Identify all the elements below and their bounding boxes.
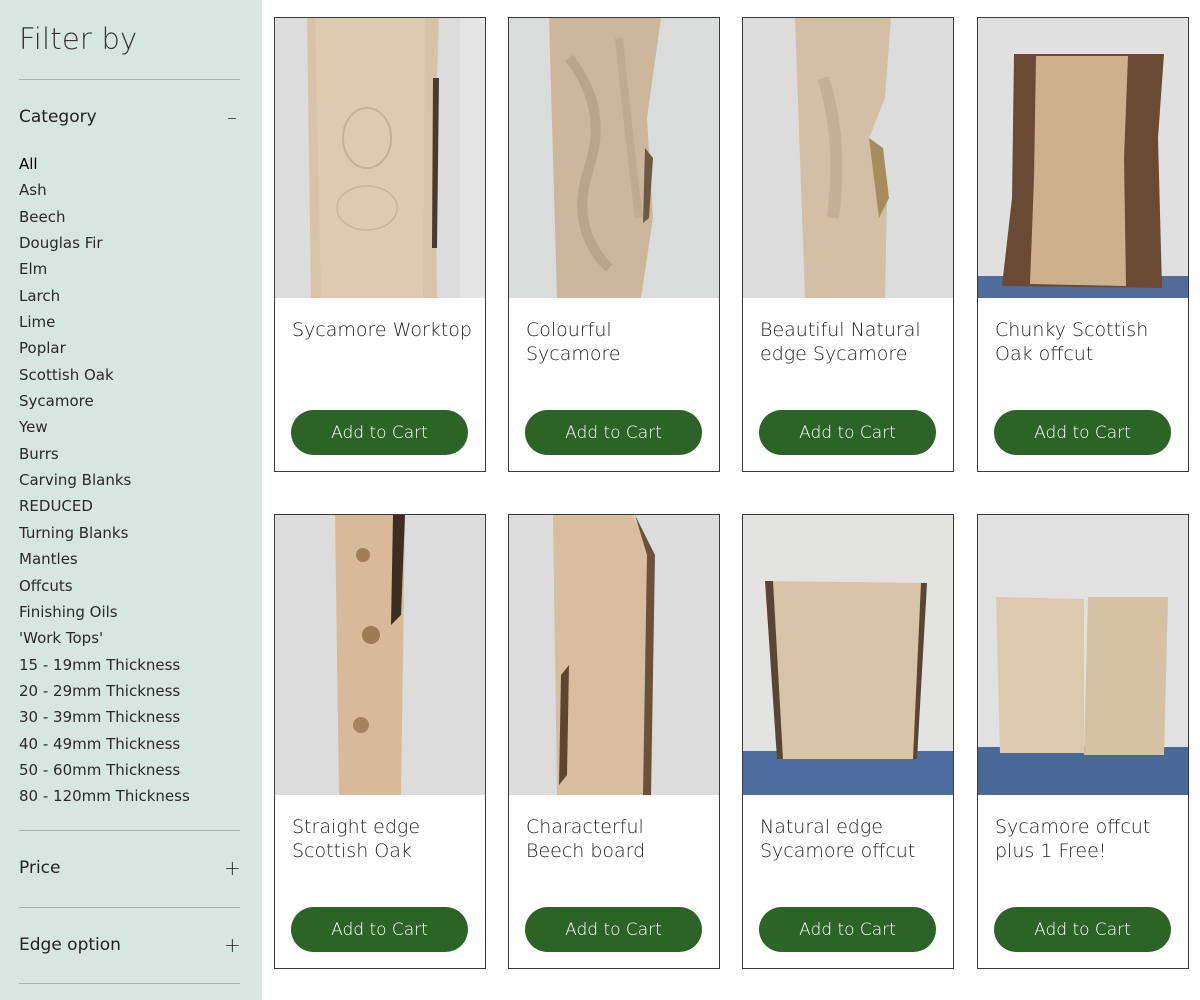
product-card[interactable]: Straight edge Scottish Oak Add to Cart (274, 514, 486, 969)
category-item-work-tops[interactable]: 'Work Tops' (19, 626, 190, 652)
edge-option-label: Edge option (19, 935, 121, 955)
category-item-beech[interactable]: Beech (19, 205, 190, 231)
product-name[interactable]: Chunky Scottish Oak offcut (995, 318, 1175, 366)
category-item-40-49mm[interactable]: 40 - 49mm Thickness (19, 732, 190, 758)
category-item-all[interactable]: All (19, 152, 190, 178)
product-image[interactable] (509, 18, 719, 298)
product-name[interactable]: Straight edge Scottish Oak (292, 815, 472, 863)
category-item-larch[interactable]: Larch (19, 284, 190, 310)
divider (19, 830, 240, 831)
category-item-mantles[interactable]: Mantles (19, 547, 190, 573)
category-item-sycamore[interactable]: Sycamore (19, 389, 190, 415)
category-item-scottish-oak[interactable]: Scottish Oak (19, 363, 190, 389)
product-image[interactable] (509, 515, 719, 795)
product-image[interactable] (743, 515, 953, 795)
product-photo (743, 18, 953, 298)
add-to-cart-button[interactable]: Add to Cart (994, 907, 1171, 952)
product-image[interactable] (978, 18, 1188, 298)
category-item-turning-blanks[interactable]: Turning Blanks (19, 521, 190, 547)
price-label: Price (19, 858, 61, 878)
product-photo (978, 18, 1188, 298)
product-name[interactable]: Sycamore Worktop (292, 318, 472, 342)
product-photo (743, 515, 953, 795)
product-image[interactable] (978, 515, 1188, 795)
divider (19, 79, 240, 80)
product-photo (275, 18, 485, 298)
product-name[interactable]: Characterful Beech board (526, 815, 706, 863)
filter-title: Filter by (19, 22, 138, 56)
divider (19, 907, 240, 908)
category-item-ash[interactable]: Ash (19, 178, 190, 204)
product-image[interactable] (743, 18, 953, 298)
product-card[interactable]: Sycamore Worktop Add to Cart (274, 17, 486, 472)
product-photo (275, 515, 485, 795)
product-image[interactable] (275, 515, 485, 795)
category-item-30-39mm[interactable]: 30 - 39mm Thickness (19, 705, 190, 731)
add-to-cart-button[interactable]: Add to Cart (525, 907, 702, 952)
product-card[interactable]: Colourful Sycamore Add to Cart (508, 17, 720, 472)
product-card[interactable]: Characterful Beech board Add to Cart (508, 514, 720, 969)
product-name[interactable]: Natural edge Sycamore offcut (760, 815, 940, 863)
expand-icon[interactable]: + (224, 858, 241, 878)
product-name[interactable]: Colourful Sycamore (526, 318, 706, 366)
add-to-cart-button[interactable]: Add to Cart (291, 410, 468, 455)
category-item-yew[interactable]: Yew (19, 415, 190, 441)
filter-sidebar: Filter by Category – All Ash Beech Dougl… (0, 0, 262, 1000)
category-item-carving-blanks[interactable]: Carving Blanks (19, 468, 190, 494)
add-to-cart-button[interactable]: Add to Cart (994, 410, 1171, 455)
category-item-20-29mm[interactable]: 20 - 29mm Thickness (19, 679, 190, 705)
product-photo (509, 18, 719, 298)
product-card[interactable]: Natural edge Sycamore offcut Add to Cart (742, 514, 954, 969)
category-item-poplar[interactable]: Poplar (19, 336, 190, 362)
product-card[interactable]: Sycamore offcut plus 1 Free! Add to Cart (977, 514, 1189, 969)
category-item-50-60mm[interactable]: 50 - 60mm Thickness (19, 758, 190, 784)
category-item-finishing-oils[interactable]: Finishing Oils (19, 600, 190, 626)
category-item-15-19mm[interactable]: 15 - 19mm Thickness (19, 653, 190, 679)
category-item-80-120mm[interactable]: 80 - 120mm Thickness (19, 784, 190, 810)
add-to-cart-button[interactable]: Add to Cart (759, 907, 936, 952)
edge-option-section-header[interactable]: Edge option + (19, 935, 241, 955)
add-to-cart-button[interactable]: Add to Cart (291, 907, 468, 952)
price-section-header[interactable]: Price + (19, 858, 241, 878)
category-item-burrs[interactable]: Burrs (19, 442, 190, 468)
add-to-cart-button[interactable]: Add to Cart (759, 410, 936, 455)
product-photo (978, 515, 1188, 795)
product-image[interactable] (275, 18, 485, 298)
category-list: All Ash Beech Douglas Fir Elm Larch Lime… (19, 152, 190, 811)
product-card[interactable]: Beautiful Natural edge Sycamore Add to C… (742, 17, 954, 472)
category-label: Category (19, 107, 97, 127)
product-card[interactable]: Chunky Scottish Oak offcut Add to Cart (977, 17, 1189, 472)
collapse-icon[interactable]: – (224, 107, 240, 127)
category-item-lime[interactable]: Lime (19, 310, 190, 336)
category-item-offcuts[interactable]: Offcuts (19, 574, 190, 600)
product-name[interactable]: Beautiful Natural edge Sycamore (760, 318, 940, 366)
category-section-header[interactable]: Category – (19, 107, 240, 127)
divider (19, 983, 240, 984)
product-name[interactable]: Sycamore offcut plus 1 Free! (995, 815, 1175, 863)
category-item-elm[interactable]: Elm (19, 257, 190, 283)
category-item-reduced[interactable]: REDUCED (19, 494, 190, 520)
expand-icon[interactable]: + (224, 935, 241, 955)
add-to-cart-button[interactable]: Add to Cart (525, 410, 702, 455)
product-photo (509, 515, 719, 795)
category-item-douglas-fir[interactable]: Douglas Fir (19, 231, 190, 257)
